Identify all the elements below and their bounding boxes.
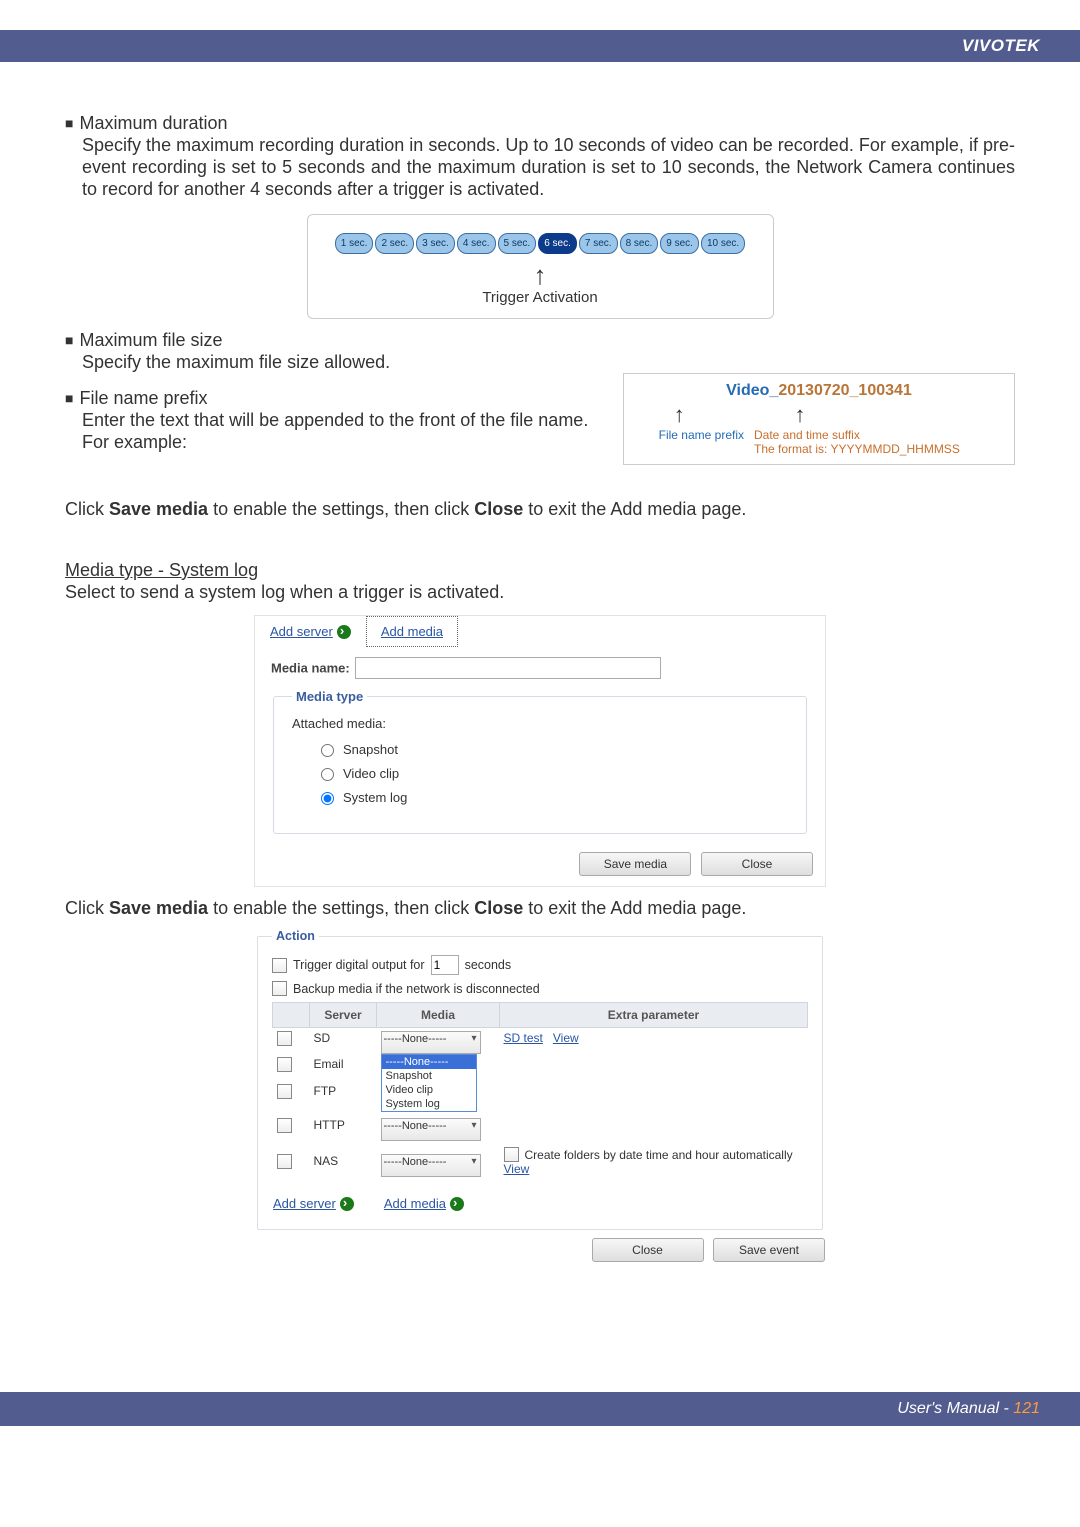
section-title: Maximum file size	[79, 329, 222, 351]
arrow-badge-icon	[337, 625, 351, 639]
radio-systemlog[interactable]	[321, 792, 334, 805]
attached-media-label: Attached media:	[292, 716, 788, 731]
sec-5: 5 sec.	[498, 233, 537, 254]
sec-4: 4 sec.	[457, 233, 496, 254]
sec-7: 7 sec.	[579, 233, 618, 254]
nas-note: Create folders by date time and hour aut…	[525, 1148, 793, 1162]
duration-figure: 1 sec. 2 sec. 3 sec. 4 sec. 5 sec. 6 sec…	[307, 214, 774, 319]
arrow-badge-icon	[340, 1197, 354, 1211]
row-email: Email	[310, 1054, 377, 1080]
sec-2: 2 sec.	[375, 233, 414, 254]
sec-9: 9 sec.	[660, 233, 699, 254]
action-legend: Action	[272, 929, 319, 943]
dd-opt-systemlog[interactable]: System log	[382, 1097, 476, 1111]
up-arrow-icon: ↑	[318, 260, 763, 291]
up-arrow-icon: ↑	[724, 402, 1004, 428]
sec-8: 8 sec.	[620, 233, 659, 254]
radio-snapshot[interactable]	[321, 744, 334, 757]
bullet-icon: ■	[65, 387, 73, 409]
save-media-instruction: Click Save media to enable the settings,…	[65, 498, 1015, 520]
col-extra: Extra parameter	[500, 1003, 808, 1028]
section-text: Specify the maximum file size allowed.	[82, 351, 1015, 373]
radio-videoclip[interactable]	[321, 768, 334, 781]
sec-6-active: 6 sec.	[538, 233, 577, 254]
save-media-button[interactable]: Save media	[579, 852, 691, 876]
up-arrow-icon: ↑	[634, 402, 724, 428]
row-sd: SD	[310, 1028, 377, 1055]
col-server: Server	[310, 1003, 377, 1028]
chk-email[interactable]	[277, 1057, 292, 1072]
section-max-duration: ■ Maximum duration Specify the maximum r…	[65, 112, 1015, 200]
prefix-label: File name prefix	[634, 428, 744, 456]
opt-systemlog: System log	[343, 790, 407, 805]
section-title: Maximum duration	[79, 112, 227, 134]
add-server-link[interactable]: Add server	[272, 1188, 369, 1219]
sec-3: 3 sec.	[416, 233, 455, 254]
sec-1: 1 sec.	[335, 233, 374, 254]
sec-10: 10 sec.	[701, 233, 745, 254]
dd-opt-snapshot[interactable]: Snapshot	[382, 1069, 476, 1083]
brand-header: VIVOTEK	[0, 30, 1080, 62]
trigger-label: Trigger Activation	[318, 289, 763, 306]
suffix-label-1: Date and time suffix	[754, 428, 860, 442]
chk-ftp[interactable]	[277, 1084, 292, 1099]
add-media-link[interactable]: Add media	[369, 1188, 479, 1219]
close-button[interactable]: Close	[701, 852, 813, 876]
chk-nas-folders[interactable]	[504, 1147, 519, 1162]
close-event-button[interactable]: Close	[592, 1238, 704, 1262]
http-media-dropdown[interactable]: -----None-----	[381, 1118, 481, 1141]
media-name-label: Media name:	[271, 661, 350, 676]
chk-sd[interactable]	[277, 1031, 292, 1046]
trigger-output-label-b: seconds	[465, 958, 512, 972]
media-type-fieldset: Media type Attached media: Snapshot Vide…	[273, 689, 807, 834]
col-media: Media	[377, 1003, 500, 1028]
syslog-heading: Media type - System log	[65, 560, 258, 580]
backup-label: Backup media if the network is disconnec…	[293, 982, 540, 996]
bullet-icon: ■	[65, 329, 73, 351]
syslog-text: Select to send a system log when a trigg…	[65, 581, 1015, 603]
filename-prefix: Video_	[726, 382, 778, 399]
arrow-badge-icon	[450, 1197, 464, 1211]
add-media-tab[interactable]: Add media	[366, 616, 458, 647]
dd-opt-videoclip[interactable]: Video clip	[382, 1083, 476, 1097]
save-event-button[interactable]: Save event	[713, 1238, 825, 1262]
trigger-seconds-input[interactable]	[431, 955, 459, 975]
media-name-input[interactable]	[355, 657, 661, 679]
save-media-instruction-2: Click Save media to enable the settings,…	[65, 897, 1015, 919]
add-server-tab[interactable]: Add server	[255, 616, 366, 647]
chk-nas[interactable]	[277, 1154, 292, 1169]
row-nas: NAS	[310, 1144, 377, 1180]
row-ftp: FTP	[310, 1081, 377, 1107]
section-max-filesize: ■ Maximum file size Specify the maximum …	[65, 329, 1015, 373]
nas-media-dropdown[interactable]: -----None-----	[381, 1154, 481, 1177]
sd-media-dropdown[interactable]: -----None-----	[381, 1031, 481, 1054]
trigger-output-label-a: Trigger digital output for	[293, 958, 425, 972]
opt-snapshot: Snapshot	[343, 742, 398, 757]
media-type-legend: Media type	[292, 689, 367, 704]
row-http: HTTP	[310, 1115, 377, 1144]
action-table: Server Media Extra parameter SD -----Non…	[272, 1002, 808, 1180]
section-text: Specify the maximum recording duration i…	[82, 134, 1015, 200]
page-footer: User's Manual - 121	[0, 1392, 1080, 1426]
sd-view-link[interactable]: View	[553, 1031, 579, 1045]
nas-view-link[interactable]: View	[504, 1162, 530, 1176]
chk-trigger-output[interactable]	[272, 958, 287, 973]
chk-backup-media[interactable]	[272, 981, 287, 996]
opt-videoclip: Video clip	[343, 766, 399, 781]
media-panel: Add server Add media Media name: Media t…	[254, 615, 826, 887]
action-panel: Action Trigger digital output for second…	[255, 929, 825, 1262]
sd-media-dropdown-menu[interactable]: -----None----- Snapshot Video clip Syste…	[381, 1054, 477, 1112]
bullet-icon: ■	[65, 112, 73, 134]
section-title: File name prefix	[79, 387, 207, 409]
chk-http[interactable]	[277, 1118, 292, 1133]
suffix-label-2: The format is: YYYYMMDD_HHMMSS	[754, 442, 960, 456]
dd-opt-none[interactable]: -----None-----	[382, 1055, 476, 1069]
filename-suffix: 20130720_100341	[778, 382, 911, 399]
filename-figure: Video_20130720_100341 ↑ ↑ File name pref…	[623, 373, 1015, 465]
sd-test-link[interactable]: SD test	[504, 1031, 543, 1045]
